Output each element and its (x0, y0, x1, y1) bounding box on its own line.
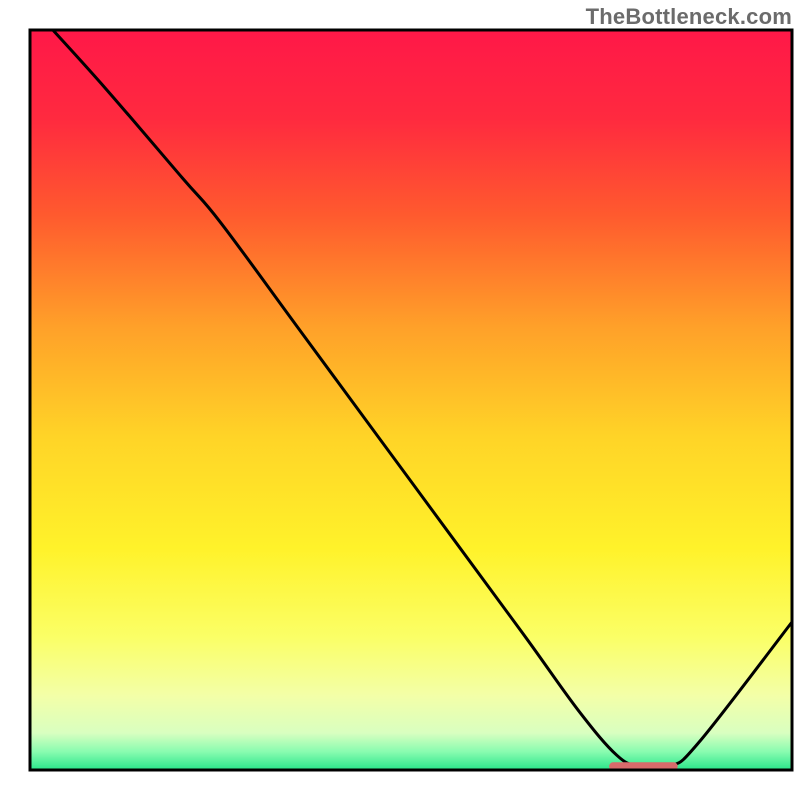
chart-stage: TheBottleneck.com (0, 0, 800, 800)
plot-area (30, 30, 792, 770)
watermark-label: TheBottleneck.com (586, 4, 792, 30)
bottleneck-chart (0, 0, 800, 800)
